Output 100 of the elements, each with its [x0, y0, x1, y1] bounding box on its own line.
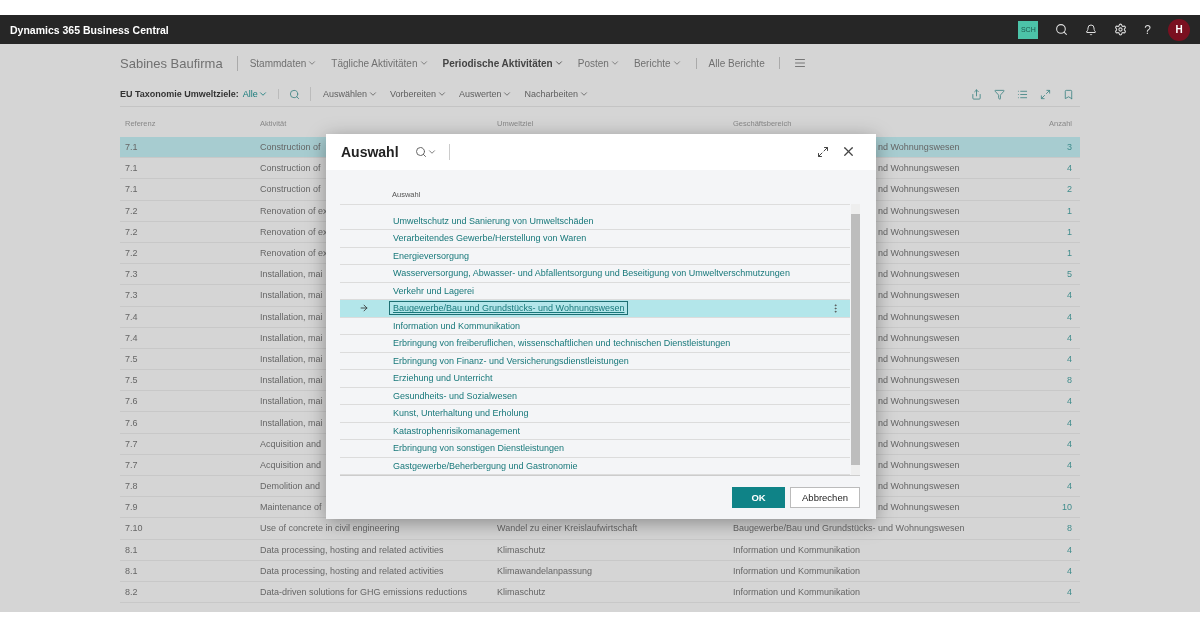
list-item[interactable]: Kunst, Unterhaltung und Erholung [340, 405, 850, 423]
count-link[interactable]: 4 [1040, 311, 1080, 322]
list-item[interactable]: Erbringung von freiberuflichen, wissenschaftlichen und technischen Dienstleistungen [340, 335, 850, 353]
search-dropdown[interactable] [414, 143, 450, 160]
list-item[interactable]: Energieversorgung [340, 247, 850, 266]
scrollbar[interactable] [851, 203, 860, 476]
expand-icon[interactable] [817, 145, 829, 158]
item-label: Gesundheits- und Sozialwesen [392, 389, 519, 403]
caret-icon [257, 89, 268, 99]
count-link[interactable]: 1 [1040, 248, 1080, 259]
table-cell: nd Wohnungswesen [878, 332, 960, 343]
list-item[interactable]: Erziehung und Unterricht [340, 370, 850, 388]
count-link[interactable]: 4 [1040, 438, 1080, 449]
table-row[interactable]: 8.2 Data-driven solutions for GHG emissions reductions Klimaschutz Information und Kommunikation 4 [120, 581, 1080, 604]
cancel-button[interactable]: Abbrechen [790, 487, 860, 509]
table-cell: Information und Kommunikation [733, 544, 861, 555]
table-cell: nd Wohnungswesen [878, 353, 960, 364]
nav-menu[interactable]: Tägliche Aktivitäten [331, 57, 429, 69]
nav-menu[interactable]: Periodische Aktivitäten [442, 57, 564, 69]
table-cell: Information und Kommunikation [733, 565, 861, 576]
list-item[interactable]: Gastgewerbe/Beherbergung und Gastronomie [340, 457, 850, 476]
count-link[interactable]: 4 [1040, 163, 1080, 174]
app-title: Dynamics 365 Business Central [10, 23, 170, 36]
user-avatar[interactable]: H [1168, 18, 1190, 41]
table-cell: Construction of [260, 163, 321, 174]
table-cell: nd Wohnungswesen [878, 459, 960, 470]
ok-button[interactable]: OK [732, 487, 785, 509]
list-item[interactable]: Katastrophenrisikomanagement [340, 422, 850, 441]
nav-menu[interactable]: Berichte [633, 57, 682, 69]
nav-menu[interactable]: Posten [577, 57, 620, 69]
share-icon[interactable] [971, 88, 982, 100]
list-item[interactable]: Baugewerbe/Bau und Grundstücks- und Wohnungswesen [340, 300, 850, 318]
table-cell: Installation, mai [260, 332, 323, 343]
table-row[interactable]: 8.1 Data processing, hosting and related activities Klimaschutz Information und Kommunikation 4 [120, 539, 1080, 561]
caret-icon [418, 58, 429, 68]
count-link[interactable]: 8 [1040, 375, 1080, 386]
item-label: Verkehr und Lagerei [392, 284, 476, 298]
count-link[interactable]: 10 [1040, 502, 1080, 513]
table-cell: nd Wohnungswesen [878, 248, 960, 259]
count-link[interactable]: 4 [1040, 332, 1080, 343]
table-cell: nd Wohnungswesen [878, 502, 960, 513]
list-item[interactable]: Erbringung von Finanz- und Versicherungsdienstleistungen [340, 352, 850, 371]
list-item[interactable]: Verarbeitendes Gewerbe/Herstellung von Waren [340, 230, 850, 248]
filter-dropdown[interactable]: Alle [242, 89, 279, 99]
count-link[interactable]: 2 [1040, 184, 1080, 195]
table-cell: Installation, mai [260, 396, 323, 407]
item-label: Erbringung von freiberuflichen, wissenschaftlichen und technischen Dienstleistungen [392, 337, 732, 351]
count-link[interactable]: 4 [1040, 481, 1080, 492]
count-link[interactable]: 4 [1040, 290, 1080, 301]
company-name[interactable]: Sabines Baufirma [120, 55, 238, 71]
bell-icon[interactable] [1085, 23, 1098, 36]
list-item[interactable]: Umweltschutz und Sanierung von Umweltschäden [340, 212, 850, 231]
caret-icon [502, 89, 513, 99]
count-link[interactable]: 1 [1040, 205, 1080, 216]
list-item[interactable]: Erbringung von sonstigen Dienstleistungen [340, 440, 850, 458]
caret-icon [307, 58, 318, 68]
table-cell: Installation, mai [260, 269, 323, 280]
list-item[interactable]: Wasserversorgung, Abwasser- und Abfallentsorgung und Beseitigung von Umweltverschmutzungen [340, 265, 850, 283]
item-label: Umweltschutz und Sanierung von Umweltschäden [392, 214, 595, 228]
nav-menu[interactable]: Stammdaten [249, 57, 318, 69]
table-cell: nd Wohnungswesen [878, 438, 960, 449]
caret-icon [671, 58, 682, 68]
search-icon[interactable] [1055, 23, 1069, 36]
list-icon[interactable] [1017, 88, 1028, 100]
table-cell: nd Wohnungswesen [878, 311, 960, 322]
bookmark-icon[interactable] [1063, 88, 1074, 100]
count-link[interactable]: 5 [1040, 269, 1080, 280]
list-item[interactable]: Information und Kommunikation [340, 317, 850, 336]
count-link[interactable]: 4 [1040, 544, 1080, 555]
action-menu[interactable]: Auswählen [322, 89, 378, 99]
table-cell: nd Wohnungswesen [878, 142, 960, 153]
menu-icon[interactable] [793, 57, 806, 69]
count-link[interactable]: 4 [1040, 417, 1080, 428]
count-link[interactable]: 4 [1040, 353, 1080, 364]
action-menu[interactable]: Vorbereiten [389, 89, 447, 99]
count-link[interactable]: 4 [1040, 565, 1080, 576]
filter-icon[interactable] [994, 88, 1005, 100]
table-cell: nd Wohnungswesen [878, 205, 960, 216]
action-menu[interactable]: Nacharbeiten [524, 89, 590, 99]
count-link[interactable]: 4 [1040, 396, 1080, 407]
table-cell: 7.9 [125, 502, 138, 513]
count-link[interactable]: 8 [1040, 523, 1080, 534]
action-menu[interactable]: Auswerten [458, 89, 513, 99]
table-cell: Data processing, hosting and related activities [260, 565, 444, 576]
list-item[interactable]: Gesundheits- und Sozialwesen [340, 387, 850, 406]
count-link[interactable]: 4 [1040, 459, 1080, 470]
table-cell: Klimawandelanpassung [497, 565, 593, 576]
count-link[interactable]: 3 [1040, 142, 1080, 153]
count-link[interactable]: 1 [1040, 226, 1080, 237]
table-row[interactable]: 8.1 Data processing, hosting and related activities Klimawandelanpassung Information und Kommunikation 4 [120, 560, 1080, 582]
settings-icon[interactable] [1114, 23, 1128, 36]
help-button[interactable]: ? [1144, 22, 1151, 37]
table-cell: 7.2 [125, 248, 138, 259]
count-link[interactable]: 4 [1040, 587, 1080, 598]
table-cell: nd Wohnungswesen [878, 375, 960, 386]
table-cell: Construction of [260, 142, 321, 153]
caret-icon [367, 89, 378, 99]
table-cell: Installation, mai [260, 290, 323, 301]
table-cell: Acquisition and [260, 438, 322, 449]
nav-menu[interactable]: Alle Berichte [695, 57, 765, 69]
